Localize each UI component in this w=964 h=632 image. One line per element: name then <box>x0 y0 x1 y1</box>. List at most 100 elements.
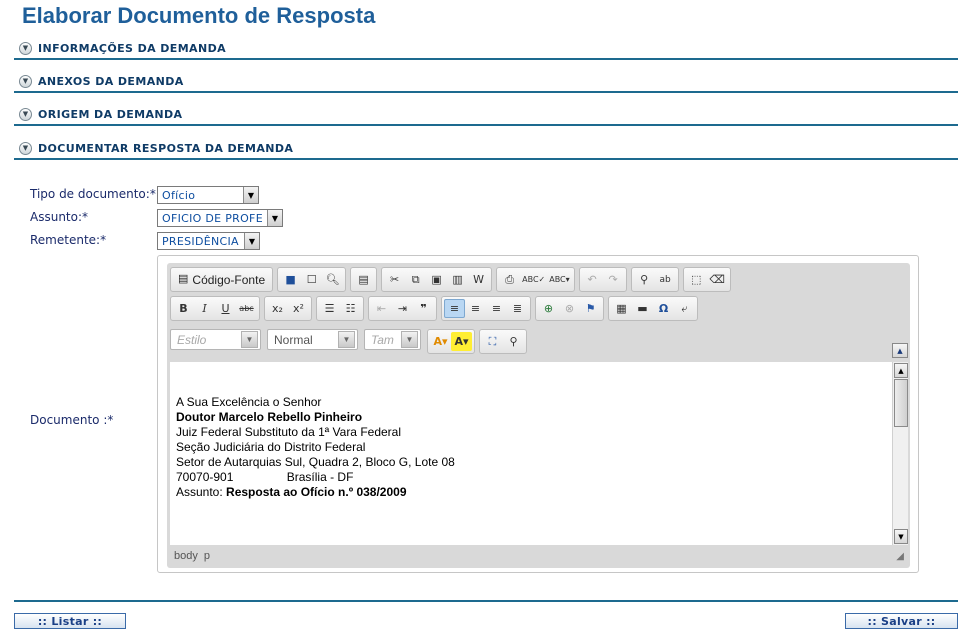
page-break-icon[interactable]: ⤶ <box>674 299 695 318</box>
spellcheck-menu-icon[interactable]: ABC▾ <box>547 270 571 289</box>
cut-icon[interactable]: ✂ <box>384 270 405 289</box>
align-left-icon[interactable]: ≡ <box>444 299 465 318</box>
maximize-icon[interactable]: ⛶ <box>482 332 503 351</box>
scroll-up-icon[interactable]: ▲ <box>894 363 908 378</box>
editor-status-bar: body p ◢ <box>170 547 908 565</box>
unlink-icon[interactable]: ⊗ <box>559 299 580 318</box>
spellcheck-icon[interactable]: ABC✓ <box>520 270 547 289</box>
chevron-down-icon[interactable]: ▼ <box>267 210 282 226</box>
outdent-icon[interactable]: ⇤ <box>371 299 392 318</box>
collapse-toggle-icon[interactable]: ▼ <box>19 41 32 55</box>
special-char-icon[interactable]: Ω <box>653 299 674 318</box>
preview-icon[interactable]: 🔍︎ <box>322 270 343 289</box>
redo-icon[interactable]: ↷ <box>603 270 624 289</box>
italic-icon[interactable]: I <box>194 299 215 318</box>
toolbar-group-document: ■ ☐ 🔍︎ <box>277 267 347 292</box>
toolbar-group-script: x₂ x² <box>264 296 312 321</box>
content-line: Doutor Marcelo Rebello Pinheiro <box>176 410 363 424</box>
assunto-select[interactable]: OFICIO DE PROFE ▼ <box>157 209 283 227</box>
element-path-body[interactable]: body <box>174 550 198 562</box>
horizontal-rule-icon[interactable]: ▬ <box>632 299 653 318</box>
strikethrough-icon[interactable]: abc <box>236 299 257 318</box>
text-color-icon[interactable]: A▾ <box>430 332 451 351</box>
link-icon[interactable]: ⊕ <box>538 299 559 318</box>
replace-icon[interactable]: ab <box>655 270 676 289</box>
section-title: ANEXOS DA DEMANDA <box>38 74 184 88</box>
content-line: Setor de Autarquias Sul, Quadra 2, Bloco… <box>176 455 455 469</box>
scroll-thumb[interactable] <box>894 379 908 427</box>
section-informacoes[interactable]: ▼ INFORMAÇÕES DA DEMANDA <box>14 38 958 60</box>
indent-icon[interactable]: ⇥ <box>392 299 413 318</box>
underline-icon[interactable]: U <box>215 299 236 318</box>
rich-text-editor: ▤ Código-Fonte ■ ☐ 🔍︎ ▤ ✂ ⧉ ▣ ▥ W ⎙ ABC✓… <box>157 255 919 573</box>
content-line: A Sua Excelência o Senhor <box>176 395 322 409</box>
show-blocks-icon[interactable]: ⚲ <box>503 332 524 351</box>
table-icon[interactable]: ▦ <box>611 299 632 318</box>
toolbar-group-indent: ⇤ ⇥ ❞ <box>368 296 437 321</box>
content-scrollbar[interactable]: ▲ ▼ <box>892 362 908 545</box>
format-combo-value: Normal <box>274 332 313 347</box>
format-combo[interactable]: Normal ▼ <box>267 329 358 350</box>
new-page-icon[interactable]: ☐ <box>301 270 322 289</box>
assunto-value: OFICIO DE PROFE <box>162 211 263 225</box>
select-all-icon[interactable]: ⬚ <box>686 270 707 289</box>
toolbar-group-basic: B I U abc <box>170 296 260 321</box>
save-icon[interactable]: ■ <box>280 270 301 289</box>
paste-icon[interactable]: ▣ <box>426 270 447 289</box>
scroll-up-icon[interactable]: ▲ <box>892 343 908 358</box>
superscript-icon[interactable]: x² <box>288 299 309 318</box>
toolbar-group-select: ⬚ ⌫ <box>682 267 731 292</box>
content-line: 70070-901 Brasília - DF <box>176 470 354 484</box>
remove-format-icon[interactable]: ⌫ <box>707 270 728 289</box>
salvar-button[interactable]: :: Salvar :: <box>845 613 958 629</box>
resize-grip-icon[interactable]: ◢ <box>896 551 904 562</box>
paste-text-icon[interactable]: ▥ <box>447 270 468 289</box>
collapse-toggle-icon[interactable]: ▼ <box>19 107 32 121</box>
style-combo[interactable]: Estilo ▼ <box>170 329 261 350</box>
subscript-icon[interactable]: x₂ <box>267 299 288 318</box>
tipo-documento-value: Ofício <box>162 188 196 202</box>
toolbar-group-clipboard: ✂ ⧉ ▣ ▥ W <box>381 267 493 292</box>
collapse-toggle-icon[interactable]: ▼ <box>19 74 32 88</box>
content-line-assunto: Assunto: Resposta ao Ofício n.º 038/2009 <box>176 485 892 500</box>
blockquote-icon[interactable]: ❞ <box>413 299 434 318</box>
assunto-prefix: Assunto: <box>176 485 227 499</box>
content-line: Seção Judiciária do Distrito Federal <box>176 440 366 454</box>
element-path-p[interactable]: p <box>204 550 210 562</box>
chevron-down-icon[interactable]: ▼ <box>338 331 355 348</box>
background-color-icon[interactable]: A▾ <box>451 332 472 351</box>
chevron-down-icon[interactable]: ▼ <box>241 331 258 348</box>
anchor-flag-icon[interactable]: ⚑ <box>580 299 601 318</box>
align-right-icon[interactable]: ≡ <box>486 299 507 318</box>
tipo-documento-select[interactable]: Ofício ▼ <box>157 186 259 204</box>
find-icon[interactable]: ⚲ <box>634 270 655 289</box>
listar-button[interactable]: :: Listar :: <box>14 613 126 629</box>
numbered-list-icon[interactable]: ☰ <box>319 299 340 318</box>
toolbar-row-2: B I U abc x₂ x² ☰ ☷ ⇤ ⇥ ❞ ≡ ≡ ≡ ≣ ⊕ ⊗ ⚑ … <box>170 296 698 322</box>
chevron-down-icon[interactable]: ▼ <box>401 331 418 348</box>
documento-label: Documento :* <box>30 413 114 427</box>
bulleted-list-icon[interactable]: ☷ <box>340 299 361 318</box>
templates-icon[interactable]: ▤ <box>353 270 374 289</box>
editor-content-area[interactable]: A Sua Excelência o Senhor Doutor Marcelo… <box>170 362 892 545</box>
source-icon: ▤ <box>178 273 189 285</box>
section-anexos[interactable]: ▼ ANEXOS DA DEMANDA <box>14 71 958 93</box>
remetente-select[interactable]: PRESIDÊNCIA ▼ <box>157 232 260 250</box>
editor-chrome: ▤ Código-Fonte ■ ☐ 🔍︎ ▤ ✂ ⧉ ▣ ▥ W ⎙ ABC✓… <box>167 263 910 568</box>
bold-icon[interactable]: B <box>173 299 194 318</box>
undo-icon[interactable]: ↶ <box>582 270 603 289</box>
align-center-icon[interactable]: ≡ <box>465 299 486 318</box>
align-justify-icon[interactable]: ≣ <box>507 299 528 318</box>
scroll-down-icon[interactable]: ▼ <box>894 529 908 544</box>
collapse-toggle-icon[interactable]: ▼ <box>19 141 32 155</box>
source-button[interactable]: ▤ Código-Fonte <box>173 270 270 289</box>
section-documentar-resposta[interactable]: ▼ DOCUMENTAR RESPOSTA DA DEMANDA <box>14 138 958 160</box>
assunto-text: Resposta ao Ofício n.º 038/2009 <box>226 485 407 499</box>
paste-word-icon[interactable]: W <box>468 270 489 289</box>
section-origem[interactable]: ▼ ORIGEM DA DEMANDA <box>14 104 958 126</box>
chevron-down-icon[interactable]: ▼ <box>243 187 258 203</box>
chevron-down-icon[interactable]: ▼ <box>244 233 259 249</box>
font-size-combo[interactable]: Tam ▼ <box>364 329 421 350</box>
print-icon[interactable]: ⎙ <box>499 270 520 289</box>
copy-icon[interactable]: ⧉ <box>405 270 426 289</box>
